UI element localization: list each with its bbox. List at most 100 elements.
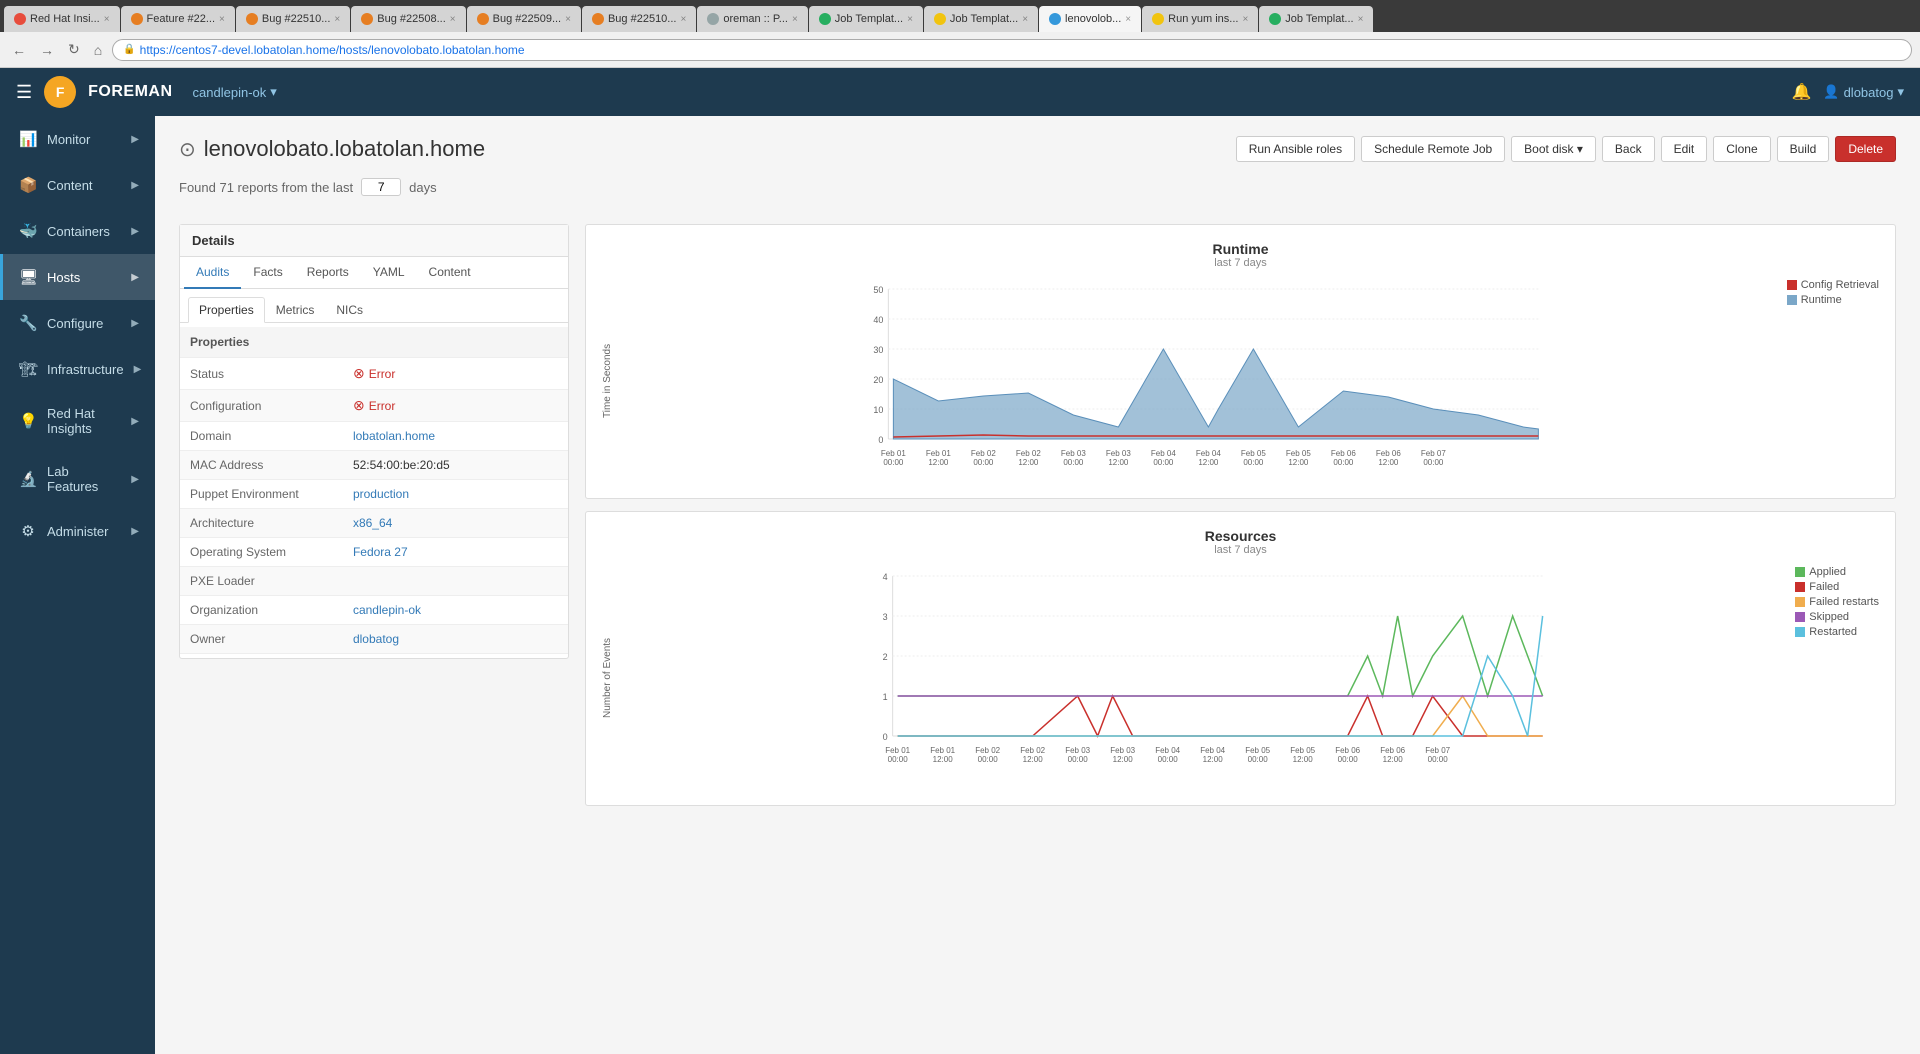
runtime-y-label: Time in Seconds xyxy=(602,279,622,482)
containers-icon: 🐳 xyxy=(19,222,37,240)
back-button[interactable]: Back xyxy=(1602,136,1655,162)
org-link[interactable]: candlepin-ok xyxy=(353,603,421,617)
tab-oreman[interactable]: oreman :: P...× xyxy=(697,6,807,32)
svg-text:12:00: 12:00 xyxy=(1113,755,1134,764)
table-row: Owner dlobatog xyxy=(180,625,568,654)
svg-text:12:00: 12:00 xyxy=(1018,458,1039,467)
failed-restarts-line xyxy=(898,696,1543,736)
runtime-legend: Config Retrieval Runtime xyxy=(1787,279,1879,482)
domain-link[interactable]: lobatolan.home xyxy=(353,429,435,443)
schedule-remote-button[interactable]: Schedule Remote Job xyxy=(1361,136,1505,162)
hosts-icon: 🖥 xyxy=(19,268,37,286)
tab-facts[interactable]: Facts xyxy=(241,257,294,289)
sidebar-item-infrastructure[interactable]: 🏗 Infrastructure ▶ xyxy=(0,346,155,392)
svg-text:Feb 04: Feb 04 xyxy=(1196,449,1221,458)
failed-restarts-dot xyxy=(1795,597,1805,607)
os-link[interactable]: Fedora 27 xyxy=(353,545,408,559)
content-grid: Details Audits Facts Reports YAML Conten… xyxy=(179,224,1896,806)
back-nav-button[interactable]: ← xyxy=(8,40,30,60)
run-ansible-button[interactable]: Run Ansible roles xyxy=(1236,136,1355,162)
svg-text:4: 4 xyxy=(883,572,888,582)
tab-bug3[interactable]: Bug #22509...× xyxy=(467,6,581,32)
app-title: FOREMAN xyxy=(88,83,172,101)
tab-job1[interactable]: Job Templat...× xyxy=(809,6,923,32)
sidebar-item-insights[interactable]: 💡 Red Hat Insights ▶ xyxy=(0,392,155,450)
subtab-nics[interactable]: NICs xyxy=(325,297,374,323)
hamburger-button[interactable]: ☰ xyxy=(16,82,32,103)
svg-text:Feb 05: Feb 05 xyxy=(1245,746,1270,755)
svg-text:Feb 05: Feb 05 xyxy=(1286,449,1311,458)
svg-text:50: 50 xyxy=(873,285,883,295)
edit-button[interactable]: Edit xyxy=(1661,136,1708,162)
app-body: 📊 Monitor ▶ 📦 Content ▶ 🐳 Containers ▶ 🖥… xyxy=(0,116,1920,1054)
tab-bug1[interactable]: Bug #22510...× xyxy=(236,6,350,32)
failed-dot xyxy=(1795,582,1805,592)
sidebar-item-monitor[interactable]: 📊 Monitor ▶ xyxy=(0,116,155,162)
sidebar-item-hosts[interactable]: 🖥 Hosts ▶ xyxy=(0,254,155,300)
page-header: ⊙ lenovolobato.lobatolan.home xyxy=(179,136,1236,162)
sidebar-item-containers[interactable]: 🐳 Containers ▶ xyxy=(0,208,155,254)
svg-text:12:00: 12:00 xyxy=(1288,458,1309,467)
details-header: Details xyxy=(180,225,568,257)
table-row: Domain lobatolan.home xyxy=(180,422,568,451)
subtab-properties[interactable]: Properties xyxy=(188,297,265,323)
svg-text:Feb 04: Feb 04 xyxy=(1151,449,1176,458)
subtab-metrics[interactable]: Metrics xyxy=(265,297,326,323)
sidebar-item-content[interactable]: 📦 Content ▶ xyxy=(0,162,155,208)
puppet-env-link[interactable]: production xyxy=(353,487,409,501)
runtime-chart-inner: 0 10 20 30 40 50 xyxy=(622,279,1775,482)
sidebar-item-configure[interactable]: 🔧 Configure ▶ xyxy=(0,300,155,346)
legend-config-retrieval: Config Retrieval xyxy=(1787,279,1879,291)
svg-text:Feb 06: Feb 06 xyxy=(1376,449,1401,458)
svg-text:0: 0 xyxy=(878,435,883,445)
tab-lenovolob[interactable]: lenovolob...× xyxy=(1039,6,1141,32)
forward-nav-button[interactable]: → xyxy=(36,40,58,60)
days-input[interactable] xyxy=(361,178,401,196)
reload-button[interactable]: ↻ xyxy=(64,39,84,60)
tab-feature[interactable]: Feature #22...× xyxy=(121,6,235,32)
resources-y-label: Number of Events xyxy=(602,566,622,789)
properties-section: Properties Status ⊗ Error Configuration xyxy=(180,323,568,658)
tab-audits[interactable]: Audits xyxy=(184,257,241,289)
tab-job2[interactable]: Job Templat...× xyxy=(924,6,1038,32)
tab-runyum[interactable]: Run yum ins...× xyxy=(1142,6,1258,32)
tab-reports[interactable]: Reports xyxy=(295,257,361,289)
legend-runtime: Runtime xyxy=(1787,294,1879,306)
table-row: Operating System Fedora 27 xyxy=(180,538,568,567)
table-row: PXE Loader xyxy=(180,567,568,596)
logo: F xyxy=(44,76,76,108)
action-buttons: Run Ansible roles Schedule Remote Job Bo… xyxy=(1236,136,1896,162)
resources-chart-card: Resources last 7 days Number of Events xyxy=(585,511,1896,806)
svg-text:12:00: 12:00 xyxy=(1198,458,1219,467)
boot-disk-button[interactable]: Boot disk ▾ xyxy=(1511,136,1596,162)
tab-job3[interactable]: Job Templat...× xyxy=(1259,6,1373,32)
error-icon: ⊗ xyxy=(353,365,365,382)
tab-content[interactable]: Content xyxy=(417,257,483,289)
org-selector[interactable]: candlepin-ok ▾ xyxy=(193,84,277,100)
tab-bug4[interactable]: Bug #22510...× xyxy=(582,6,696,32)
svg-text:12:00: 12:00 xyxy=(928,458,949,467)
owner-link[interactable]: dlobatog xyxy=(353,632,399,646)
content-icon: 📦 xyxy=(19,176,37,194)
architecture-link[interactable]: x86_64 xyxy=(353,516,392,530)
home-button[interactable]: ⌂ xyxy=(90,40,106,60)
tab-yaml[interactable]: YAML xyxy=(361,257,417,289)
sidebar-item-lab[interactable]: 🔬 Lab Features ▶ xyxy=(0,450,155,508)
legend-skipped: Skipped xyxy=(1795,611,1879,623)
tab-bug2[interactable]: Bug #22508...× xyxy=(351,6,465,32)
resources-svg: 0 1 2 3 4 xyxy=(622,566,1783,786)
delete-button[interactable]: Delete xyxy=(1835,136,1896,162)
browser-toolbar: ← → ↻ ⌂ 🔒 https://centos7-devel.lobatola… xyxy=(0,32,1920,68)
clone-button[interactable]: Clone xyxy=(1713,136,1770,162)
bell-icon[interactable]: 🔔 xyxy=(1791,82,1811,102)
table-row: Organization candlepin-ok xyxy=(180,596,568,625)
svg-text:12:00: 12:00 xyxy=(1383,755,1404,764)
sidebar-item-administer[interactable]: ⚙ Administer ▶ xyxy=(0,508,155,554)
properties-section-header: Properties xyxy=(180,327,568,358)
details-panel: Details Audits Facts Reports YAML Conten… xyxy=(179,224,569,806)
tab-redhat[interactable]: Red Hat Insi...× xyxy=(4,6,120,32)
user-menu[interactable]: 👤 dlobatog ▾ xyxy=(1823,84,1904,100)
build-button[interactable]: Build xyxy=(1777,136,1830,162)
url-bar[interactable]: 🔒 https://centos7-devel.lobatolan.home/h… xyxy=(112,39,1912,61)
charts-panel: Runtime last 7 days Time in Seconds xyxy=(585,224,1896,806)
